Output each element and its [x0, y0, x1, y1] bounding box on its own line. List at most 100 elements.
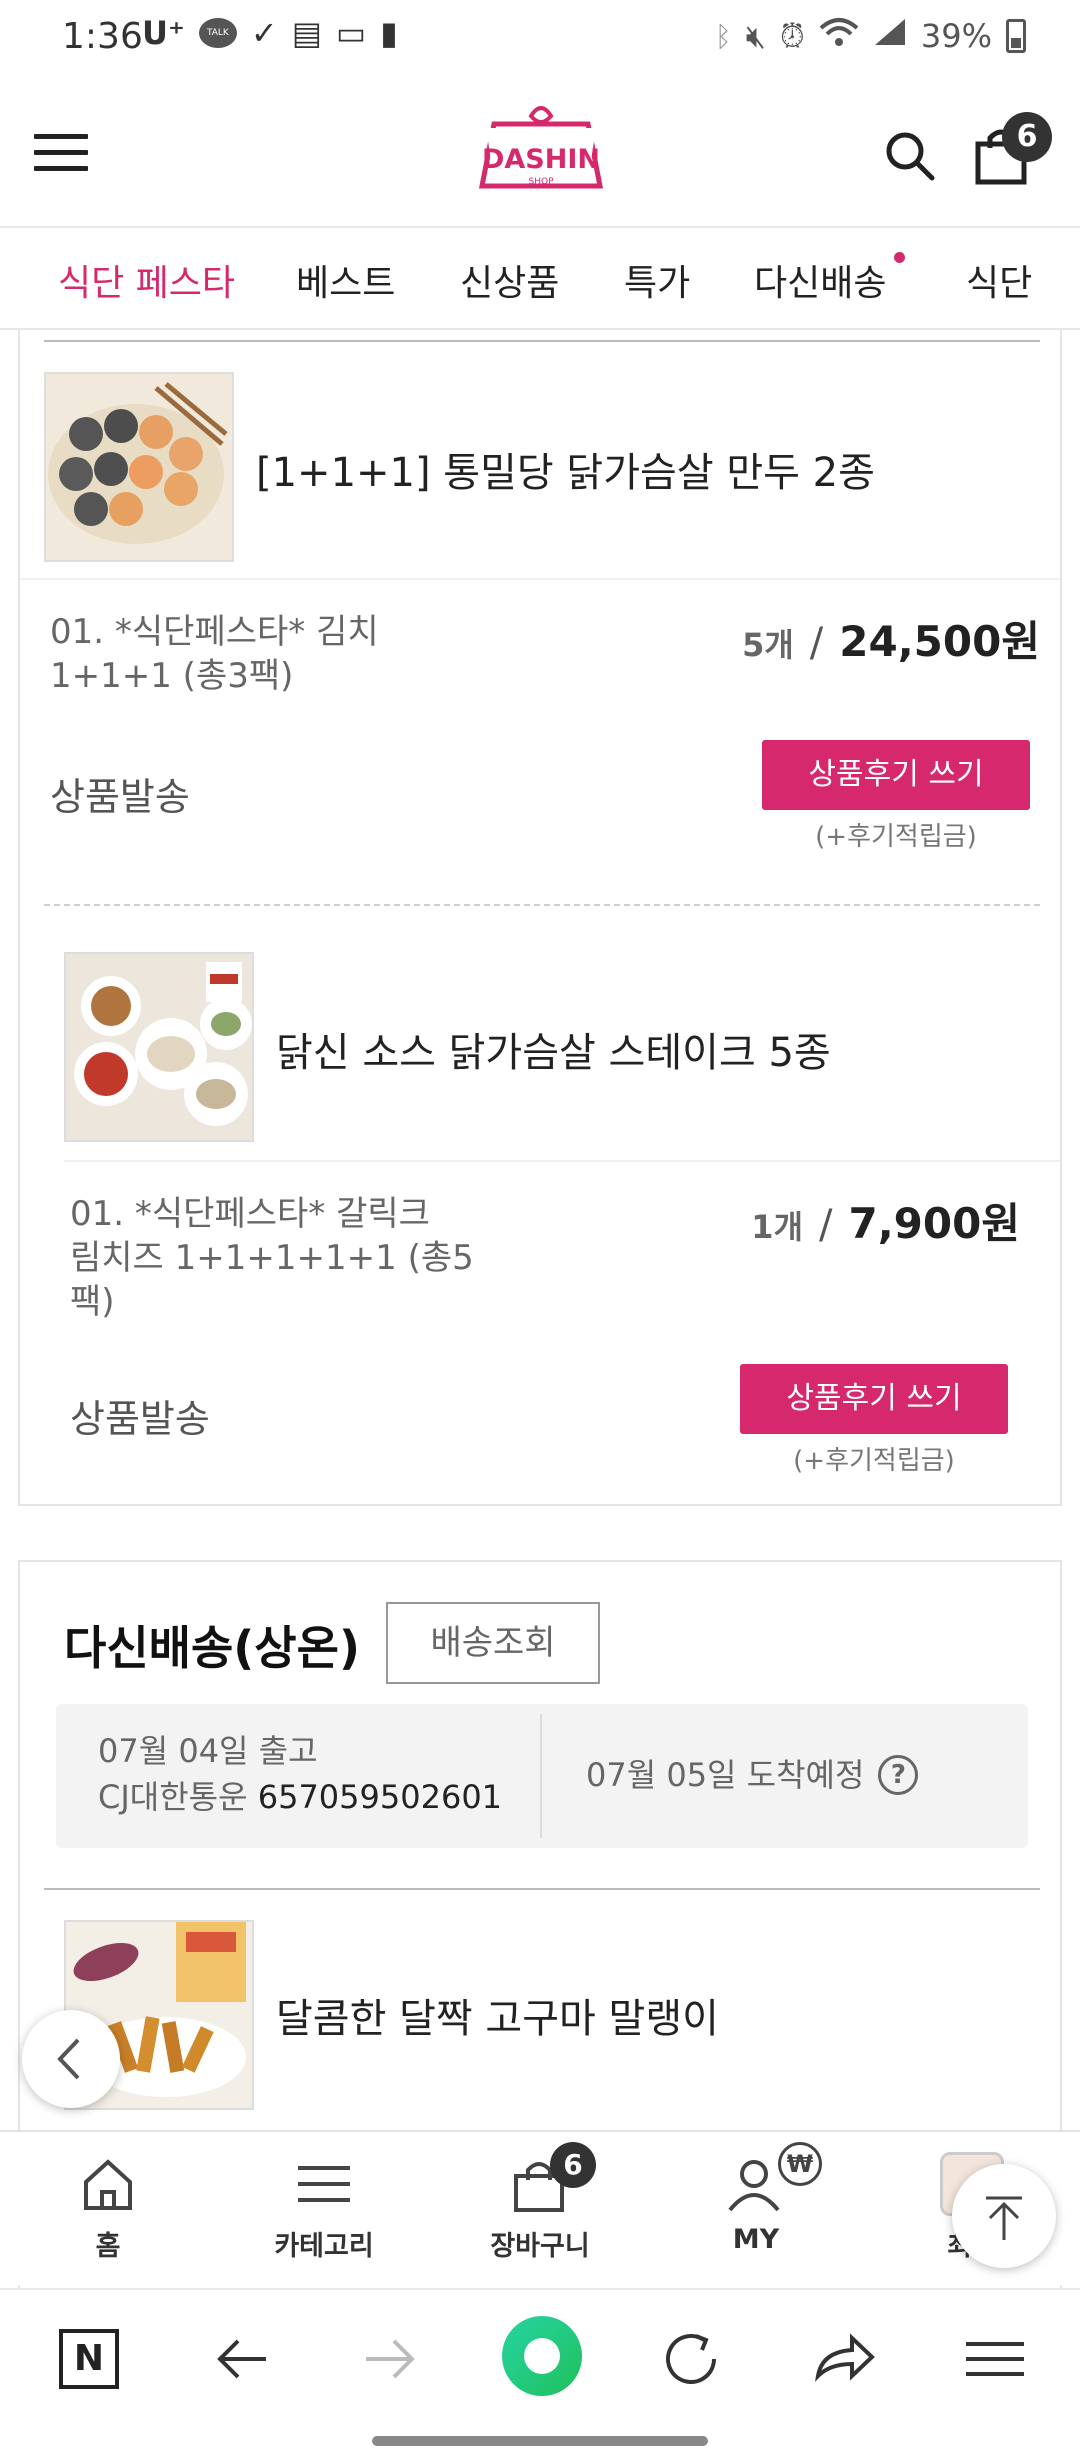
back-arrow-icon[interactable] — [206, 2324, 276, 2394]
shipping-status: 상품발송 — [70, 1397, 210, 1441]
row-divider — [64, 1160, 1060, 1162]
tab-label: 카테고리 — [274, 2231, 374, 2262]
battery-icon — [1006, 19, 1026, 53]
option-line: 01. *식단페스타* 김치 — [50, 612, 379, 652]
qty-separator: / — [819, 1202, 833, 1248]
tab-label: MY — [732, 2224, 780, 2255]
bottom-tab-bar: 홈 카테고리 6 장바구니 ₩ MY 최근 — [0, 2130, 1080, 2285]
category-tab-festa[interactable]: 식단 페스타 — [58, 254, 235, 306]
category-tab-sale[interactable]: 특가 — [624, 254, 690, 306]
forward-arrow-icon[interactable] — [356, 2324, 426, 2394]
site-header: DASHIN SHOP 6 — [0, 78, 1080, 228]
cart-count-badge: 6 — [550, 2142, 596, 2188]
tab-home[interactable]: 홈 — [18, 2132, 198, 2287]
review-reward-note: (+후기적립금) — [793, 1446, 955, 1476]
back-float-button[interactable] — [22, 2010, 120, 2108]
shipping-status: 상품발송 — [50, 775, 190, 819]
naver-icon[interactable]: N — [54, 2324, 124, 2394]
product-image-steak[interactable] — [64, 952, 254, 1142]
menu-icon[interactable] — [34, 134, 88, 174]
chevron-left-icon — [57, 2038, 80, 2080]
option-text: 01. *식단페스타* 갈릭크 림치즈 1+1+1+1+1 (총5 팩) — [70, 1192, 490, 1324]
naver-label: N — [59, 2329, 119, 2389]
qty-separator: / — [809, 620, 824, 666]
signal-icon — [873, 17, 907, 55]
tab-my[interactable]: ₩ MY — [666, 2132, 846, 2287]
logo-text: DASHIN — [482, 144, 600, 175]
write-review-button[interactable]: 상품후기 쓰기 — [762, 740, 1030, 810]
new-dot-indicator — [894, 252, 905, 263]
status-system-icons: ᛒ 🔇︎ ⏰︎ 39% — [715, 16, 1026, 56]
tab-label: 홈 — [95, 2231, 121, 2262]
arrival-info: 07월 05일 도착예정 ? — [586, 1752, 919, 1798]
option-line: 1+1+1 (총3팩) — [50, 656, 294, 696]
write-review-button[interactable]: 상품후기 쓰기 — [740, 1364, 1008, 1434]
courier-line: CJ대한통운 657059502601 — [98, 1774, 502, 1820]
category-tab-dashin-delivery[interactable]: 다신배송 — [754, 254, 886, 306]
browser-toolbar: N — [0, 2288, 1080, 2460]
status-bar: 1:36 U⁺ TALK ✓ ▤ ▭ ▮ ᛒ 🔇︎ ⏰︎ 39% — [0, 0, 1080, 78]
user-icon — [728, 2160, 780, 2212]
quantity: 5개 — [742, 626, 794, 664]
info-divider — [540, 1714, 542, 1838]
home-icon — [84, 2159, 132, 2210]
document-icon: ▤ — [291, 14, 322, 52]
quantity: 1개 — [751, 1208, 804, 1246]
battery-plus-icon: ▮ — [380, 14, 398, 52]
option-line: 림치즈 1+1+1+1+1 (총5 — [70, 1238, 474, 1278]
product-image-dumpling[interactable] — [44, 372, 234, 562]
option-line: 팩) — [70, 1282, 115, 1322]
section-divider — [44, 340, 1040, 342]
arrival-date: 07월 05일 도착예정 — [586, 1756, 865, 1794]
ship-date: 07월 04일 출고 — [98, 1732, 318, 1770]
bluetooth-icon: ᛒ — [714, 19, 732, 53]
product-name[interactable]: 닭신 소스 닭가슴살 스테이크 5종 — [276, 1020, 831, 1078]
tab-category[interactable]: 카테고리 — [234, 2132, 414, 2287]
wifi-icon — [819, 16, 859, 56]
check-icon: ✓ — [250, 14, 278, 52]
price-block: 1개 / 7,900원 — [751, 1190, 1020, 1251]
order-card: [1+1+1] 통밀당 닭가슴살 만두 2종 01. *식단페스타* 김치 1+… — [18, 330, 1062, 1506]
track-delivery-button[interactable]: 배송조회 — [386, 1602, 600, 1684]
delivery-title: 다신배송(상온) — [64, 1621, 360, 1675]
option-text: 01. *식단페스타* 김치 1+1+1 (총3팩) — [50, 610, 470, 698]
help-icon[interactable]: ? — [878, 1755, 919, 1795]
cart-count-badge: 6 — [1002, 112, 1052, 162]
mute-icon: 🔇︎ — [745, 16, 766, 55]
delivery-info-box: 07월 04일 출고 CJ대한통운 657059502601 07월 05일 도… — [56, 1704, 1028, 1848]
product-name[interactable]: 달콤한 달짝 고구마 말랭이 — [276, 1986, 719, 2044]
product-name[interactable]: [1+1+1] 통밀당 닭가슴살 만두 2종 — [256, 440, 875, 498]
price-block: 5개 / 24,500원 — [742, 608, 1040, 669]
shipment-info: 07월 04일 출고 CJ대한통운 657059502601 — [98, 1728, 502, 1820]
row-divider — [20, 578, 1060, 580]
tracking-number[interactable]: 657059502601 — [258, 1778, 502, 1816]
category-tab-best[interactable]: 베스트 — [296, 254, 395, 306]
monitor-icon: ▭ — [335, 14, 367, 52]
browser-menu-icon[interactable] — [960, 2324, 1030, 2394]
scroll-top-button[interactable] — [952, 2164, 1056, 2268]
logo-subtext: SHOP — [529, 177, 555, 187]
won-icon: ₩ — [778, 2142, 822, 2186]
home-indicator[interactable] — [372, 2436, 708, 2446]
refresh-icon[interactable] — [656, 2324, 726, 2394]
option-line: 01. *식단페스타* 갈릭크 — [70, 1194, 430, 1234]
category-tab-new[interactable]: 신상품 — [460, 254, 559, 306]
status-time: 1:36 — [62, 16, 143, 57]
share-icon[interactable] — [808, 2324, 878, 2394]
review-reward-note: (+후기적립금) — [815, 822, 977, 852]
tab-cart[interactable]: 6 장바구니 — [450, 2132, 630, 2287]
search-icon[interactable] — [882, 128, 938, 184]
status-notification-icons: U⁺ TALK ✓ ▤ ▭ ▮ — [142, 14, 398, 52]
carrier-label: U⁺ — [142, 14, 185, 52]
dashin-logo[interactable]: DASHIN SHOP — [476, 98, 606, 213]
arrow-up-icon — [986, 2196, 1022, 2240]
battery-percent: 39% — [920, 17, 992, 55]
category-nav: 식단 페스타 베스트 신상품 특가 다신배송 식단 — [0, 230, 1080, 330]
courier-name: CJ대한통운 — [98, 1778, 248, 1816]
list-icon — [298, 2166, 350, 2202]
category-tab-diet[interactable]: 식단 — [966, 254, 1032, 306]
tab-label: 장바구니 — [490, 2231, 590, 2262]
green-dot-home-icon[interactable] — [500, 2314, 584, 2398]
section-divider — [44, 1888, 1040, 1890]
price: 24,500원 — [839, 617, 1040, 666]
